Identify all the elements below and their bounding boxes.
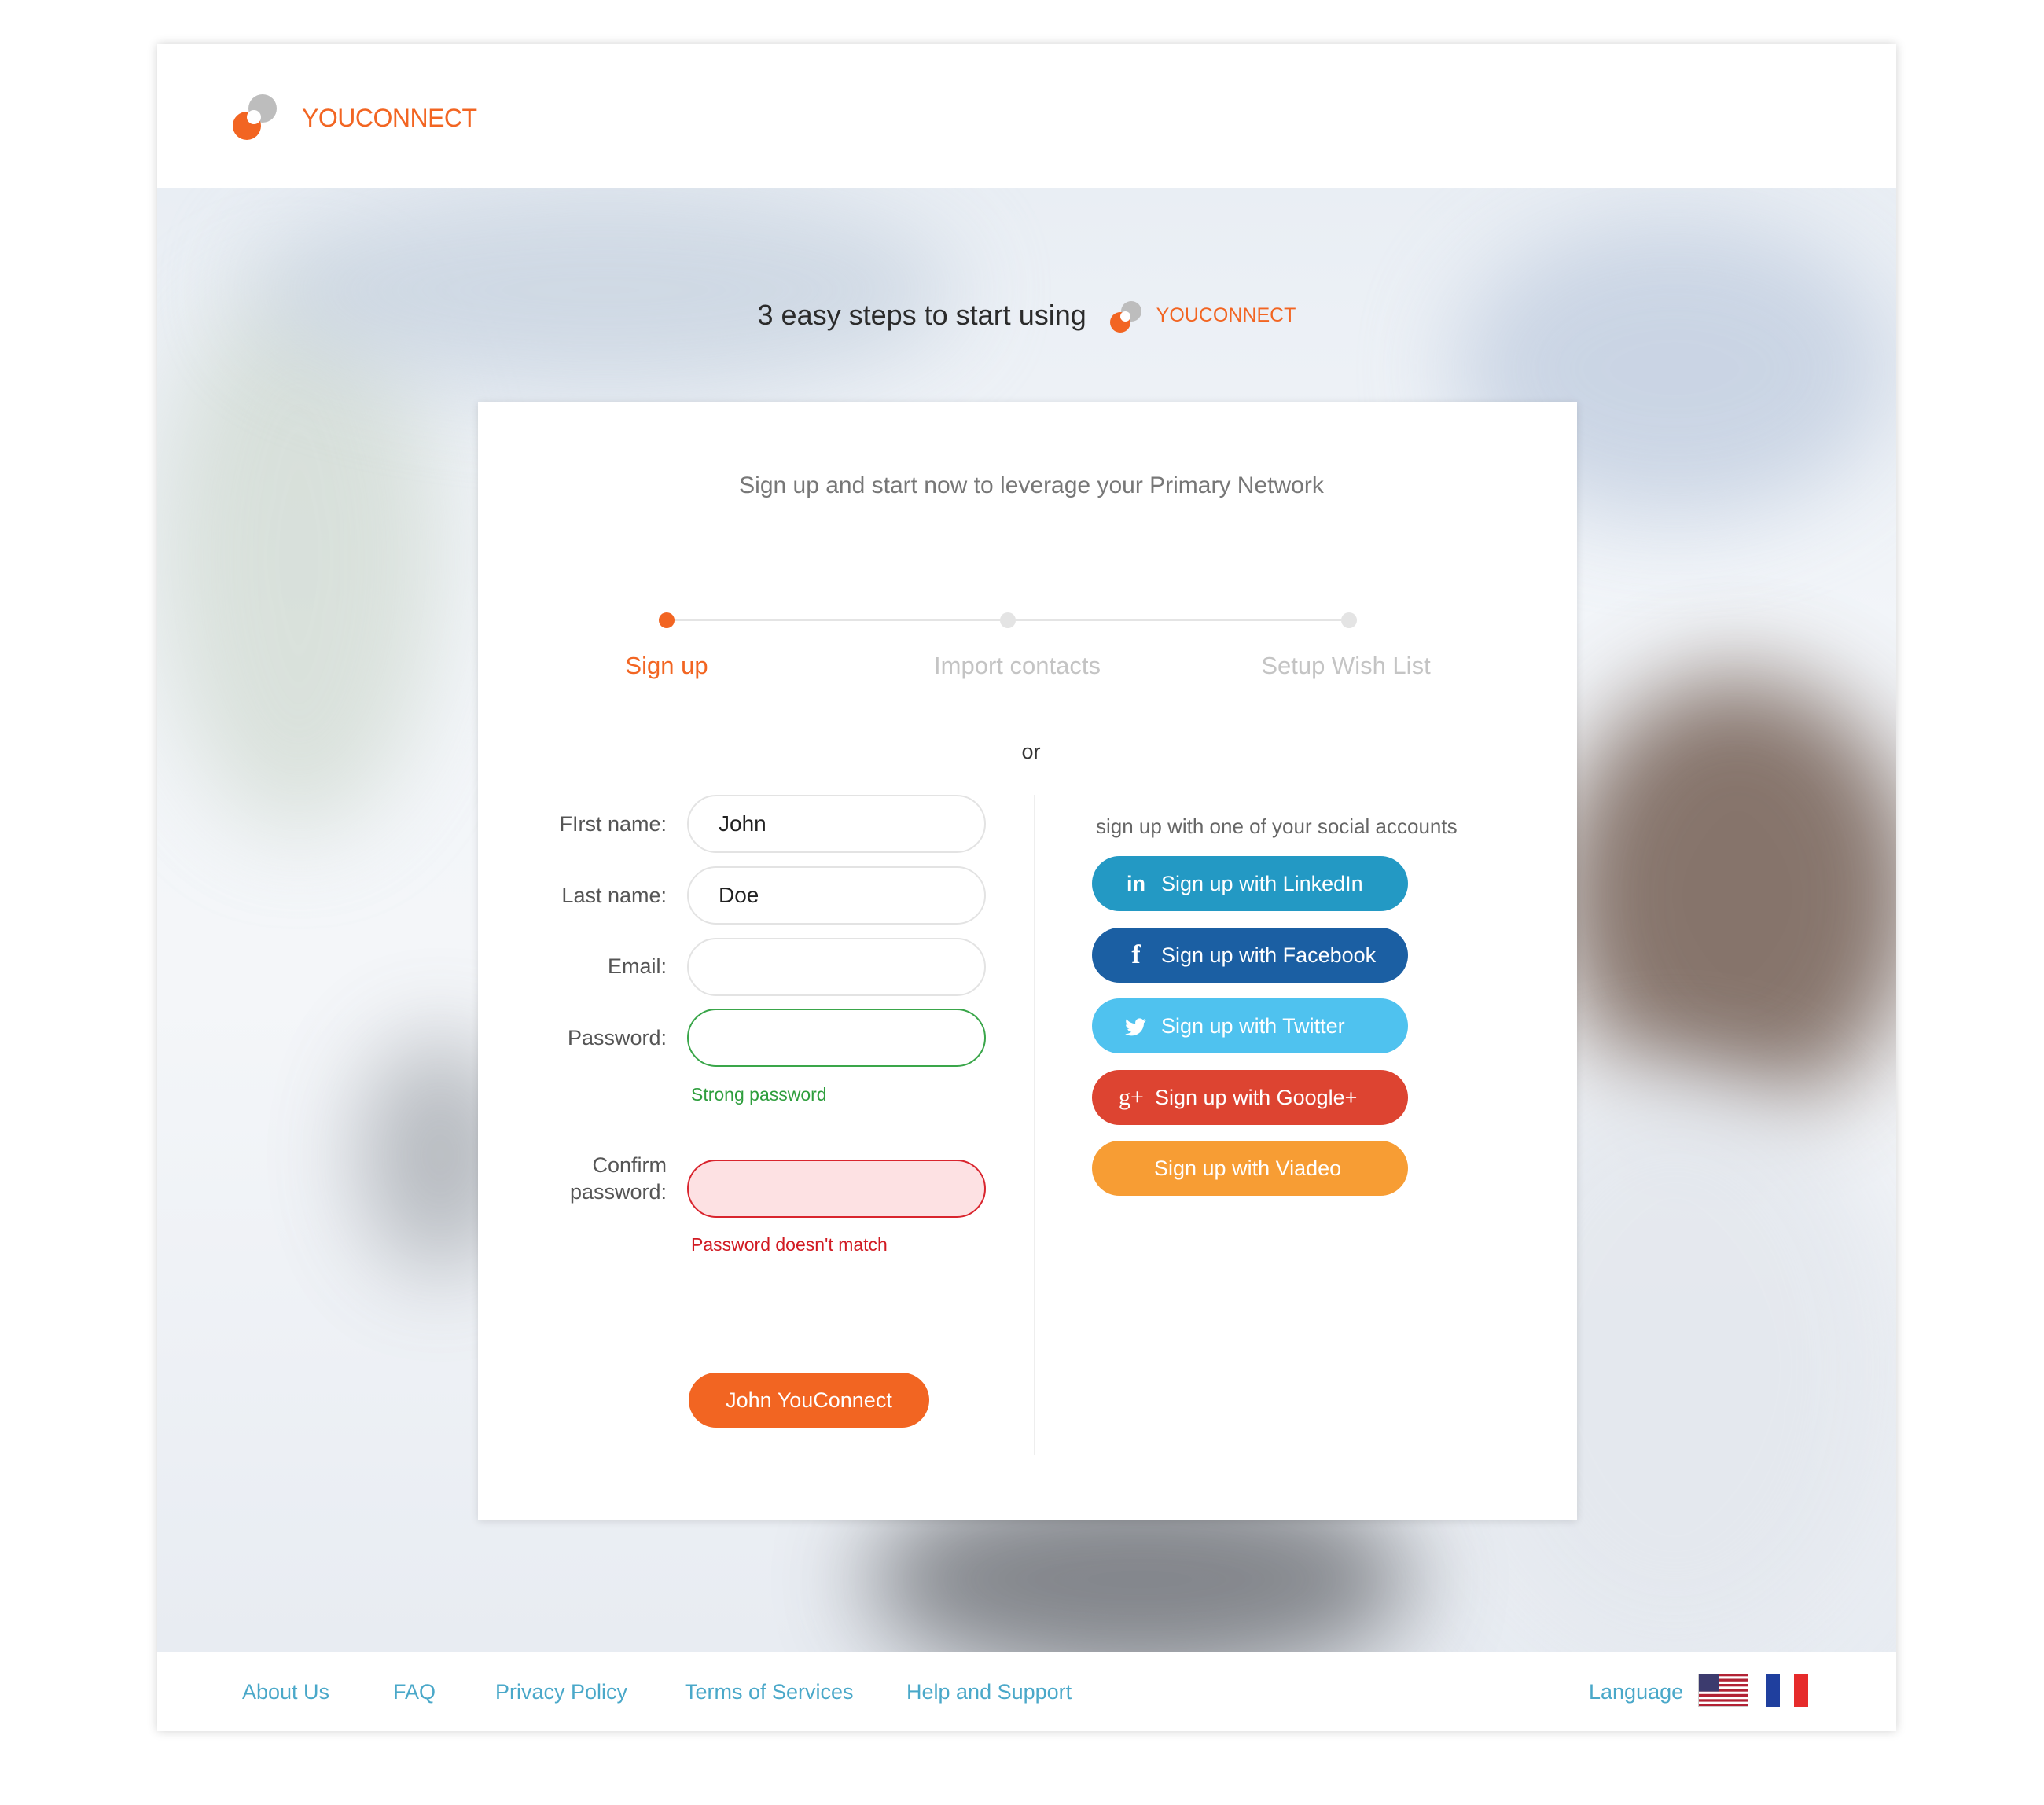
confirm-password-label-line1: Confirm [592, 1153, 667, 1177]
brand-name[interactable]: YOUCONNECT [302, 104, 477, 133]
header: YOUCONNECT [157, 44, 1896, 188]
confirm-password-field[interactable] [687, 1160, 986, 1218]
social-signup-title: sign up with one of your social accounts [1096, 814, 1458, 838]
step-label-import-contacts[interactable]: Import contacts [891, 652, 1143, 680]
footer-link-help-and-support[interactable]: Help and Support [906, 1680, 1072, 1704]
background-blur [1557, 675, 1896, 1116]
footer-link-faq[interactable]: FAQ [393, 1680, 436, 1704]
step-dot-active [659, 612, 675, 628]
background-blur [252, 188, 959, 392]
first-name-label: FIrst name: [559, 812, 667, 836]
password-mismatch-error: Password doesn't match [691, 1234, 888, 1255]
last-name-field[interactable]: Doe [687, 866, 986, 925]
us-flag-icon[interactable] [1698, 1674, 1748, 1707]
steps-heading: 3 easy steps to start using YOUCONNECT [157, 298, 1896, 345]
footer: About Us FAQ Privacy Policy Terms of Ser… [157, 1652, 1896, 1731]
or-separator: or [1021, 740, 1041, 763]
steps-heading-brand: YOUCONNECT [1156, 303, 1296, 326]
linkedin-icon: in [1127, 872, 1145, 895]
google-plus-icon: g+ [1119, 1084, 1144, 1110]
facebook-icon: f [1131, 940, 1141, 969]
email-field[interactable] [687, 938, 986, 996]
confirm-password-label: Confirm password: [478, 1152, 667, 1205]
signup-card: Sign up and start now to leverage your P… [478, 402, 1577, 1520]
column-divider [1034, 795, 1035, 1455]
email-label: Email: [607, 954, 667, 978]
progress-track [1008, 619, 1341, 621]
step-dot [1000, 612, 1016, 628]
google-plus-signup-button[interactable]: g+ Sign up with Google+ [1092, 1070, 1408, 1125]
linkedin-signup-label: Sign up with LinkedIn [1161, 872, 1363, 895]
progress-track [667, 619, 1000, 621]
confirm-password-label-line2: password: [569, 1180, 667, 1204]
footer-link-terms-of-services[interactable]: Terms of Services [685, 1680, 854, 1704]
youconnect-logo-icon [1110, 298, 1145, 333]
facebook-signup-button[interactable]: f Sign up with Facebook [1092, 928, 1408, 983]
viadeo-signup-button[interactable]: Sign up with Viadeo [1092, 1141, 1408, 1196]
steps-heading-text: 3 easy steps to start using [757, 299, 1086, 331]
twitter-signup-label: Sign up with Twitter [1161, 1014, 1345, 1038]
footer-link-privacy-policy[interactable]: Privacy Policy [495, 1680, 627, 1704]
youconnect-logo-icon[interactable] [233, 94, 280, 142]
france-flag-icon[interactable] [1766, 1674, 1808, 1707]
linkedin-signup-button[interactable]: in Sign up with LinkedIn [1092, 856, 1408, 911]
twitter-signup-button[interactable]: Sign up with Twitter [1092, 998, 1408, 1053]
first-name-field[interactable]: John [687, 795, 986, 853]
step-label-sign-up[interactable]: Sign up [541, 652, 792, 680]
page-frame: YOUCONNECT 3 easy steps to start using Y… [157, 44, 1896, 1731]
last-name-label: Last name: [561, 884, 667, 907]
hero-section: 3 easy steps to start using YOUCONNECT S… [157, 188, 1896, 1652]
google-plus-signup-label: Sign up with Google+ [1155, 1086, 1358, 1109]
password-label: Password: [567, 1026, 667, 1050]
footer-link-about-us[interactable]: About Us [242, 1680, 329, 1704]
card-subtitle: Sign up and start now to leverage your P… [739, 472, 1324, 498]
viadeo-signup-label: Sign up with Viadeo [1154, 1156, 1342, 1180]
facebook-signup-label: Sign up with Facebook [1161, 943, 1377, 967]
language-label: Language [1589, 1680, 1684, 1704]
step-label-setup-wish-list[interactable]: Setup Wish List [1220, 652, 1472, 680]
submit-button[interactable]: John YouConnect [689, 1373, 929, 1428]
password-strength-hint: Strong password [691, 1084, 827, 1105]
step-dot [1341, 612, 1357, 628]
password-field[interactable] [687, 1009, 986, 1067]
twitter-icon [1120, 998, 1152, 1053]
